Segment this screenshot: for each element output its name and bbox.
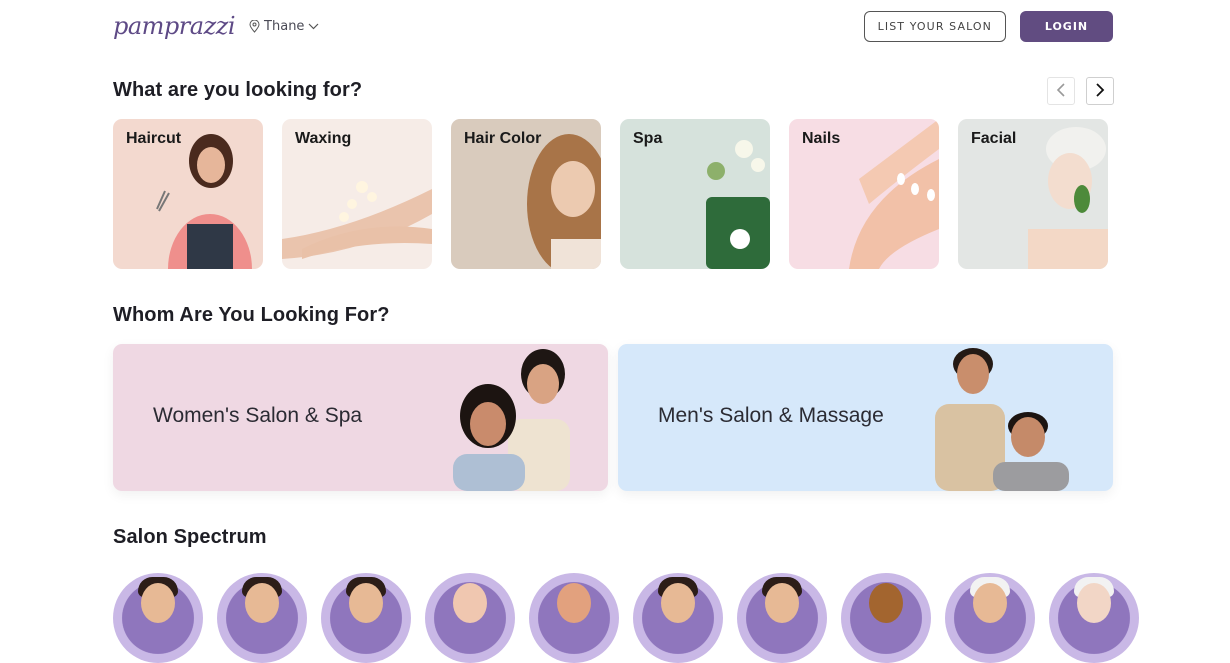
carousel-next-button[interactable]	[1086, 77, 1114, 105]
spectrum-item[interactable]	[425, 573, 515, 663]
spectrum-item[interactable]	[945, 573, 1035, 663]
category-label: Facial	[971, 130, 1017, 147]
category-card-nails[interactable]: Nails	[789, 119, 939, 269]
login-button[interactable]: LOGIN	[1020, 10, 1113, 42]
category-label: Waxing	[295, 130, 352, 147]
category-label: Spa	[633, 130, 663, 147]
face-shape	[869, 583, 903, 623]
face-shape	[1077, 583, 1111, 623]
audience-label: Women's Salon & Spa	[153, 404, 363, 427]
spectrum-item[interactable]	[841, 573, 931, 663]
face-shape	[453, 583, 487, 623]
carousel-nav	[1047, 77, 1114, 105]
men-salon-card[interactable]: Men's Salon & Massage	[618, 344, 1113, 491]
spectrum-item[interactable]	[633, 573, 723, 663]
spectrum-item[interactable]	[529, 573, 619, 663]
categories-heading: What are you looking for?	[113, 79, 363, 101]
category-card-facial[interactable]: Facial	[958, 119, 1108, 269]
face-shape	[765, 583, 799, 623]
brand-area: pamprazzi Thane	[113, 14, 319, 38]
chevron-right-icon	[1095, 82, 1105, 101]
face-shape	[349, 583, 383, 623]
spectrum-item[interactable]	[737, 573, 827, 663]
spectrum-heading: Salon Spectrum	[113, 526, 267, 548]
location-label: Thane	[264, 18, 305, 34]
category-card-spa[interactable]: Spa	[620, 119, 770, 269]
header-actions: LIST YOUR SALON LOGIN	[863, 10, 1113, 42]
men-photo	[935, 348, 1069, 491]
chevron-left-icon	[1056, 82, 1066, 101]
brand-logo[interactable]: pamprazzi	[113, 14, 236, 38]
spectrum-item[interactable]	[321, 573, 411, 663]
spectrum-item[interactable]	[113, 573, 203, 663]
category-label: Hair Color	[464, 130, 542, 147]
top-header: pamprazzi Thane LIST YOUR SALON LOGIN	[113, 9, 1113, 43]
face-shape	[557, 583, 591, 623]
location-selector[interactable]: Thane	[249, 19, 319, 34]
category-card-waxing[interactable]: Waxing	[282, 119, 432, 269]
face-shape	[661, 583, 695, 623]
category-label: Haircut	[126, 130, 182, 147]
face-shape	[141, 583, 175, 623]
spectrum-item[interactable]	[1049, 573, 1139, 663]
category-label: Nails	[802, 130, 841, 147]
category-card-haircut[interactable]: Haircut	[113, 119, 263, 269]
women-salon-card[interactable]: Women's Salon & Spa	[113, 344, 608, 491]
audience-heading: Whom Are You Looking For?	[113, 304, 390, 326]
category-carousel: Haircut Waxing Hair Color Spa Nails Faci…	[113, 119, 1108, 269]
location-pin-icon	[249, 19, 260, 33]
face-shape	[973, 583, 1007, 623]
list-your-salon-button[interactable]: LIST YOUR SALON	[863, 10, 1006, 42]
carousel-prev-button[interactable]	[1047, 77, 1075, 105]
face-shape	[245, 583, 279, 623]
salon-spectrum-row	[113, 573, 1139, 663]
category-card-hair-color[interactable]: Hair Color	[451, 119, 601, 269]
women-photo	[453, 349, 570, 491]
audience-cards: Women's Salon & Spa Men's Salon & Massag…	[113, 344, 1113, 491]
audience-label: Men's Salon & Massage	[658, 404, 884, 427]
spectrum-item[interactable]	[217, 573, 307, 663]
chevron-down-icon	[308, 23, 319, 30]
